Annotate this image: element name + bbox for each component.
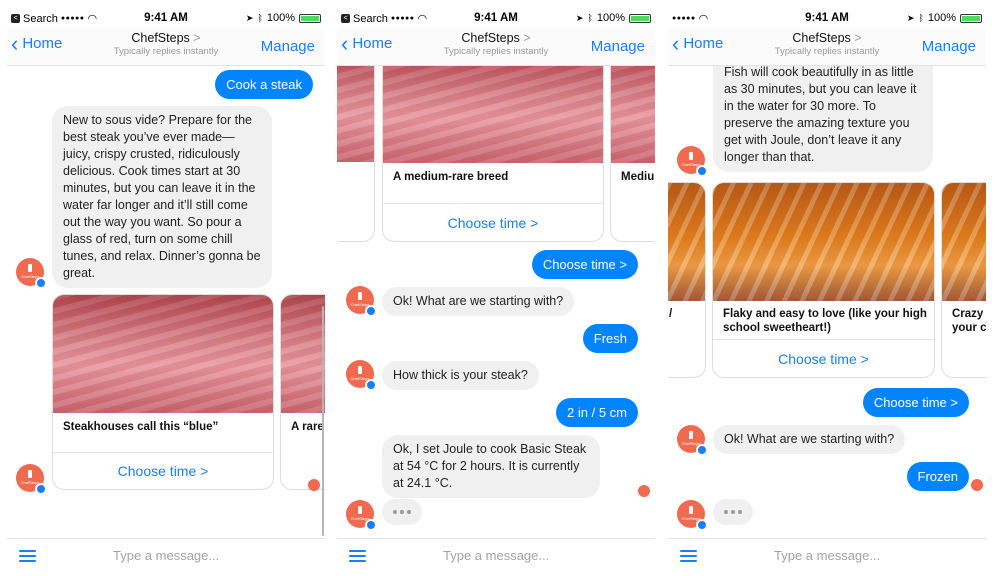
nav-bar: ‹ Home ChefSteps > Typically replies ins…	[7, 28, 325, 66]
carousel-card[interactable]: Steakhouses call this “blue” Choose time…	[52, 294, 274, 490]
messenger-badge-icon	[696, 519, 708, 531]
bot-message: Fish will cook beautifully in as little …	[713, 66, 933, 172]
bot-avatar: ChefSteps	[16, 464, 47, 495]
phone-screen-3: ●●●●● ◠ 9:41 AM ➤ ᛒ 100% ‹ Home ChefStep…	[668, 8, 986, 576]
read-receipt-avatar	[638, 485, 650, 497]
user-message: Frozen	[906, 462, 969, 491]
bot-message: New to sous vide? Prepare for the best s…	[52, 106, 272, 288]
battery-label: 100%	[596, 12, 625, 24]
carousel-card[interactable]: Flaky and easy to love (like your high s…	[712, 182, 935, 378]
bot-avatar: ChefSteps	[346, 500, 377, 531]
carousel-card-peek[interactable]: Crazy your c	[941, 182, 986, 378]
messenger-badge-icon	[696, 165, 708, 177]
manage-button[interactable]: Manage	[591, 38, 645, 55]
card-caption: A medium-rare breed	[393, 171, 509, 183]
salmon-image	[942, 183, 986, 301]
status-bar: < Search ●●●●● ◠ 9:41 AM ➤ ᛒ 100%	[337, 8, 655, 28]
message-input[interactable]	[774, 548, 974, 563]
messenger-badge-icon	[35, 483, 47, 495]
menu-icon[interactable]	[680, 550, 697, 563]
battery-label: 100%	[266, 12, 295, 24]
carousel-card[interactable]: A medium-rare breed Choose time >	[382, 66, 604, 242]
battery-icon	[299, 13, 321, 23]
carousel-card-peek[interactable]: A rare	[280, 294, 325, 490]
steak-medium-rare-image	[383, 66, 603, 163]
status-bar: ●●●●● ◠ 9:41 AM ➤ ᛒ 100%	[668, 8, 986, 28]
card-caption: A rare	[291, 421, 324, 433]
chat-area[interactable]: Fish will cook beautifully in as little …	[668, 66, 986, 538]
location-icon: ➤	[906, 12, 915, 23]
bot-avatar: ChefSteps	[16, 258, 47, 289]
bot-avatar: ChefSteps	[677, 425, 708, 456]
bluetooth-icon: ᛒ	[587, 13, 593, 23]
user-message: Choose time >	[531, 250, 638, 279]
phone-screen-2: < Search ●●●●● ◠ 9:41 AM ➤ ᛒ 100% ‹ Home…	[337, 8, 655, 576]
user-message: Cook a steak	[215, 70, 313, 99]
steak-image	[611, 66, 655, 163]
carousel-card-left[interactable]: /	[668, 182, 706, 378]
battery-icon	[629, 13, 651, 23]
location-icon: ➤	[575, 12, 584, 23]
message-input[interactable]	[443, 548, 643, 563]
message-input[interactable]	[113, 548, 313, 563]
bluetooth-icon: ᛒ	[257, 13, 263, 23]
messenger-badge-icon	[35, 277, 47, 289]
messenger-badge-icon	[365, 305, 377, 317]
typing-indicator	[713, 499, 753, 525]
bot-avatar: ChefSteps	[346, 360, 377, 391]
menu-icon[interactable]	[349, 550, 366, 563]
bot-avatar: ChefSteps	[677, 500, 708, 531]
manage-button[interactable]: Manage	[261, 38, 315, 55]
composer-bar	[337, 538, 655, 576]
steak-rare-image	[281, 295, 325, 413]
battery-icon	[960, 13, 982, 23]
scroll-indicator[interactable]	[322, 306, 324, 536]
bluetooth-icon: ᛒ	[918, 13, 924, 23]
card-caption: /	[669, 308, 673, 320]
user-message: 2 in / 5 cm	[556, 398, 638, 427]
messenger-badge-icon	[696, 444, 708, 456]
location-icon: ➤	[245, 12, 254, 23]
carousel-card-left[interactable]	[337, 66, 375, 242]
messenger-badge-icon	[365, 519, 377, 531]
messenger-badge-icon	[365, 379, 377, 391]
salmon-image	[668, 183, 705, 301]
read-receipt-avatar	[308, 479, 320, 491]
carousel-card-peek[interactable]: Mediu	[610, 66, 655, 242]
steak-image	[337, 66, 374, 162]
typing-indicator	[382, 499, 422, 525]
card-caption: Flaky and easy to love (like your high s…	[723, 308, 927, 334]
bot-avatar: ChefSteps	[346, 286, 377, 317]
user-message: Choose time >	[862, 388, 969, 417]
nav-bar: ‹ Home ChefSteps > Typically replies ins…	[337, 28, 655, 66]
choose-time-button[interactable]: Choose time >	[383, 203, 603, 241]
composer-bar	[7, 538, 325, 576]
phone-screen-1: < Search ●●●●● ◠ 9:41 AM ➤ ᛒ 100% ‹ Home…	[7, 8, 325, 576]
bot-message: Ok! What are we starting with?	[382, 287, 575, 316]
nav-bar: ‹ Home ChefSteps > Typically replies ins…	[668, 28, 986, 66]
bot-message: How thick is your steak?	[382, 361, 539, 390]
status-bar: < Search ●●●●● ◠ 9:41 AM ➤ ᛒ 100%	[7, 8, 325, 28]
manage-button[interactable]: Manage	[922, 38, 976, 55]
choose-time-button[interactable]: Choose time >	[713, 339, 934, 377]
card-caption: Mediu	[621, 171, 655, 183]
card-caption: Crazy your c	[952, 308, 986, 334]
chat-area[interactable]: Cook a steak New to sous vide? Prepare f…	[7, 66, 325, 538]
menu-icon[interactable]	[19, 550, 36, 563]
choose-time-button[interactable]: Choose time >	[53, 452, 273, 489]
bot-message: Ok, I set Joule to cook Basic Steak at 5…	[382, 435, 600, 498]
user-message: Fresh	[582, 324, 638, 353]
read-receipt-avatar	[971, 479, 983, 491]
steak-blue-image	[53, 295, 273, 413]
salmon-fillet-image	[713, 183, 934, 301]
bot-message: Ok! What are we starting with?	[713, 425, 906, 454]
chat-area[interactable]: A medium-rare breed Choose time > Mediu …	[337, 66, 655, 538]
bot-avatar: ChefSteps	[677, 146, 708, 177]
composer-bar	[668, 538, 986, 576]
card-caption: Steakhouses call this “blue”	[63, 421, 219, 433]
battery-label: 100%	[927, 12, 956, 24]
